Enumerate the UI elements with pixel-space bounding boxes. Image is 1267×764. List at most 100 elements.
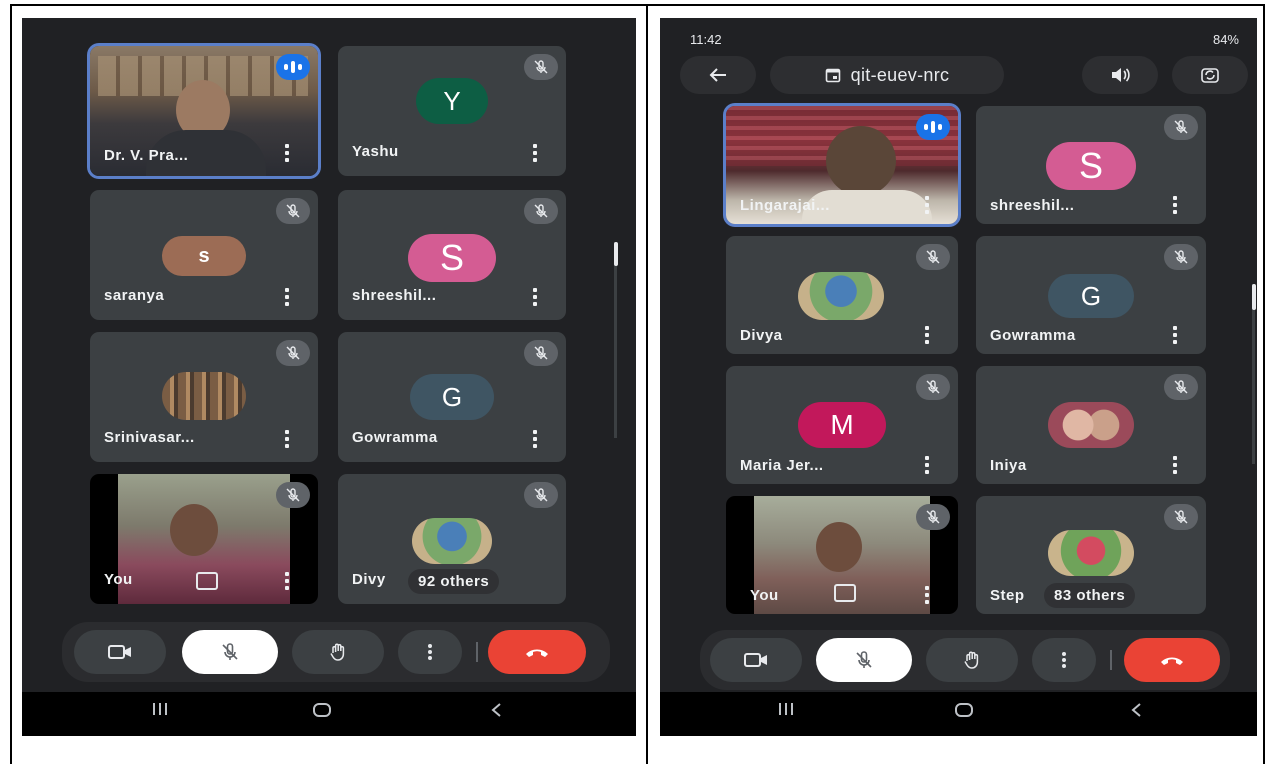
scrollbar-track[interactable] xyxy=(614,242,617,438)
meet-screen-right: 11:42 84% qit-euev-nrc Lingarajai... S s… xyxy=(660,18,1257,736)
mic-off-icon xyxy=(856,651,872,668)
participant-menu-icon[interactable] xyxy=(922,194,932,216)
camera-toggle-button[interactable] xyxy=(74,630,166,674)
call-controls-bar xyxy=(700,630,1230,690)
back-icon[interactable] xyxy=(490,702,502,723)
meeting-top-bar: qit-euev-nrc xyxy=(660,52,1257,98)
participant-photo-avatar xyxy=(162,372,246,420)
participant-name: Divy xyxy=(352,571,386,588)
recent-apps-icon[interactable] xyxy=(778,702,794,721)
participant-avatar: G xyxy=(410,374,494,420)
participant-tile[interactable]: Dr. V. Pra... xyxy=(90,46,318,176)
participant-tile[interactable]: G Gowramma xyxy=(338,332,566,462)
more-options-button[interactable] xyxy=(398,630,462,674)
participant-menu-icon[interactable] xyxy=(530,286,540,308)
mic-muted-icon xyxy=(524,54,558,80)
participant-menu-icon[interactable] xyxy=(922,454,932,476)
participant-tile[interactable]: Lingarajai... xyxy=(726,106,958,224)
participant-menu-icon[interactable] xyxy=(530,142,540,164)
self-view-tile[interactable]: You xyxy=(90,474,318,604)
participant-tile[interactable]: Divya xyxy=(726,236,958,354)
call-controls-bar xyxy=(62,622,610,682)
android-nav-bar xyxy=(22,692,636,736)
leave-call-button[interactable] xyxy=(488,630,586,674)
speaker-icon xyxy=(1112,68,1130,82)
scrollbar-thumb[interactable] xyxy=(1252,284,1256,310)
hang-up-icon xyxy=(526,649,548,657)
participant-menu-icon[interactable] xyxy=(282,286,292,308)
participant-menu-icon[interactable] xyxy=(282,570,292,592)
participant-name: You xyxy=(750,587,779,604)
participant-menu-icon[interactable] xyxy=(1170,194,1180,216)
meeting-info-button[interactable]: qit-euev-nrc xyxy=(770,56,1004,94)
self-view-tile[interactable]: You xyxy=(726,496,958,614)
leave-call-button[interactable] xyxy=(1124,638,1220,682)
meeting-code: qit-euev-nrc xyxy=(850,64,950,85)
participant-tile[interactable]: M Maria Jer... xyxy=(726,366,958,484)
switch-camera-icon[interactable] xyxy=(196,572,218,590)
mic-toggle-button[interactable] xyxy=(816,638,912,682)
mic-muted-icon xyxy=(276,198,310,224)
participant-avatar: G xyxy=(1048,274,1134,318)
participant-menu-icon[interactable] xyxy=(1170,454,1180,476)
participant-name: shreeshil... xyxy=(990,197,1075,214)
mic-muted-icon xyxy=(1164,114,1198,140)
raise-hand-button[interactable] xyxy=(292,630,384,674)
participant-avatar: S xyxy=(408,234,496,282)
participant-photo-avatar xyxy=(1048,402,1134,448)
scrollbar-thumb[interactable] xyxy=(614,242,618,266)
others-tile[interactable]: Divy 92 others xyxy=(338,474,566,604)
arrow-back-icon xyxy=(709,68,726,82)
participant-tile[interactable]: Srinivasar... xyxy=(90,332,318,462)
participant-name: Dr. V. Pra... xyxy=(104,147,189,164)
others-tile[interactable]: Step 83 others xyxy=(976,496,1206,614)
camera-toggle-button[interactable] xyxy=(710,638,802,682)
recent-apps-icon[interactable] xyxy=(152,702,168,721)
hang-up-icon xyxy=(1161,657,1183,665)
participant-name: Yashu xyxy=(352,143,399,160)
more-options-button[interactable] xyxy=(1032,638,1096,682)
participant-tile[interactable]: S shreeshil... xyxy=(338,190,566,320)
status-bar: 11:42 84% xyxy=(660,18,1257,52)
switch-camera-icon[interactable] xyxy=(834,584,856,602)
meet-screen-left: Dr. V. Pra... Y Yashu s saranya S shrees… xyxy=(22,18,636,736)
participant-menu-icon[interactable] xyxy=(922,324,932,346)
flip-camera-icon xyxy=(1201,68,1219,83)
mic-toggle-button[interactable] xyxy=(182,630,278,674)
speaker-button[interactable] xyxy=(1082,56,1158,94)
person-head xyxy=(826,126,896,196)
android-nav-bar xyxy=(660,692,1257,736)
camera-icon xyxy=(108,645,131,659)
home-icon[interactable] xyxy=(312,702,332,723)
participant-menu-icon[interactable] xyxy=(530,428,540,450)
participant-tile[interactable]: S shreeshil... xyxy=(976,106,1206,224)
more-vert-icon xyxy=(1062,652,1066,668)
participant-name: Gowramma xyxy=(352,429,438,446)
participant-tile[interactable]: Y Yashu xyxy=(338,46,566,176)
participant-tile[interactable]: G Gowramma xyxy=(976,236,1206,354)
participant-menu-icon[interactable] xyxy=(922,584,932,606)
controls-divider xyxy=(1110,650,1112,670)
participant-name: Gowramma xyxy=(990,327,1076,344)
others-count-badge: 83 others xyxy=(1044,583,1136,608)
person-head xyxy=(170,504,218,556)
participant-tile[interactable]: Iniya xyxy=(976,366,1206,484)
participant-menu-icon[interactable] xyxy=(1170,324,1180,346)
back-icon[interactable] xyxy=(1130,702,1142,723)
home-icon[interactable] xyxy=(954,702,974,723)
raise-hand-button[interactable] xyxy=(926,638,1018,682)
scrollbar-track[interactable] xyxy=(1252,284,1255,464)
status-time: 11:42 xyxy=(690,32,722,47)
switch-camera-button[interactable] xyxy=(1172,56,1248,94)
participant-photo-avatar xyxy=(798,272,884,320)
mic-muted-icon xyxy=(916,374,950,400)
mic-muted-icon xyxy=(276,340,310,366)
back-button[interactable] xyxy=(680,56,756,94)
participant-menu-icon[interactable] xyxy=(282,142,292,164)
participant-photo-avatar xyxy=(1048,530,1134,576)
participant-menu-icon[interactable] xyxy=(282,428,292,450)
participant-tile[interactable]: s saranya xyxy=(90,190,318,320)
controls-divider xyxy=(476,642,478,662)
participant-avatar: Y xyxy=(416,78,488,124)
participant-avatar: M xyxy=(798,402,886,448)
